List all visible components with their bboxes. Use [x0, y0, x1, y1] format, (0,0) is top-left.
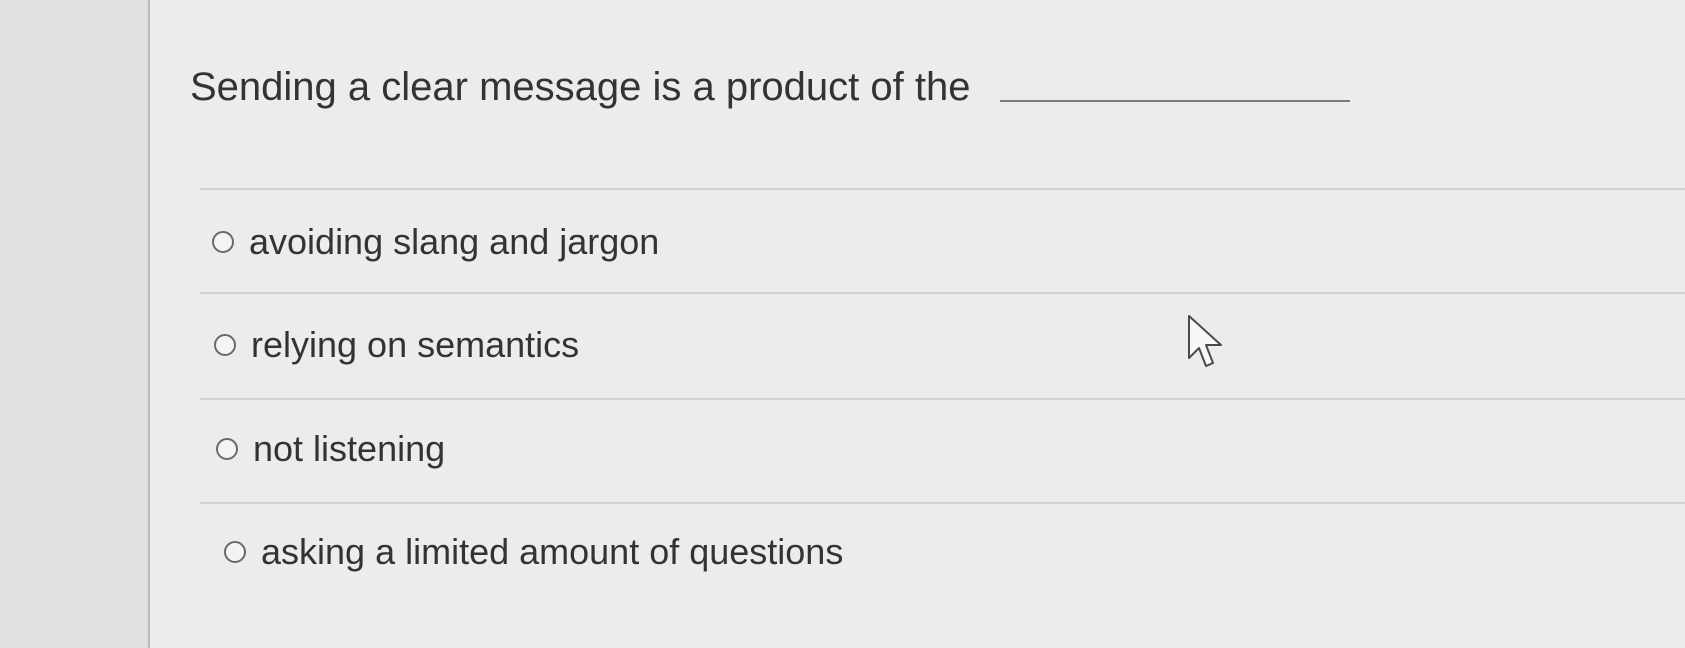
option-label: relying on semantics	[251, 324, 580, 365]
divider	[200, 502, 1685, 504]
answer-blank	[1000, 100, 1350, 102]
radio-button[interactable]	[214, 334, 236, 356]
divider	[200, 188, 1685, 190]
option-asking-limited-questions[interactable]: asking a limited amount of questions	[224, 527, 843, 577]
radio-button[interactable]	[212, 231, 234, 253]
option-not-listening[interactable]: not listening	[216, 424, 445, 474]
option-relying-on-semantics[interactable]: relying on semantics	[214, 320, 579, 370]
option-label: not listening	[253, 428, 446, 469]
radio-button[interactable]	[216, 438, 238, 460]
left-margin	[0, 0, 148, 648]
option-label: asking a limited amount of questions	[261, 531, 844, 572]
radio-button[interactable]	[224, 541, 246, 563]
divider	[200, 398, 1685, 400]
divider	[200, 292, 1685, 294]
option-label: avoiding slang and jargon	[249, 221, 660, 262]
mouse-pointer-icon	[1188, 315, 1222, 367]
option-avoiding-slang[interactable]: avoiding slang and jargon	[212, 217, 659, 267]
question-text: Sending a clear message is a product of …	[190, 65, 971, 109]
